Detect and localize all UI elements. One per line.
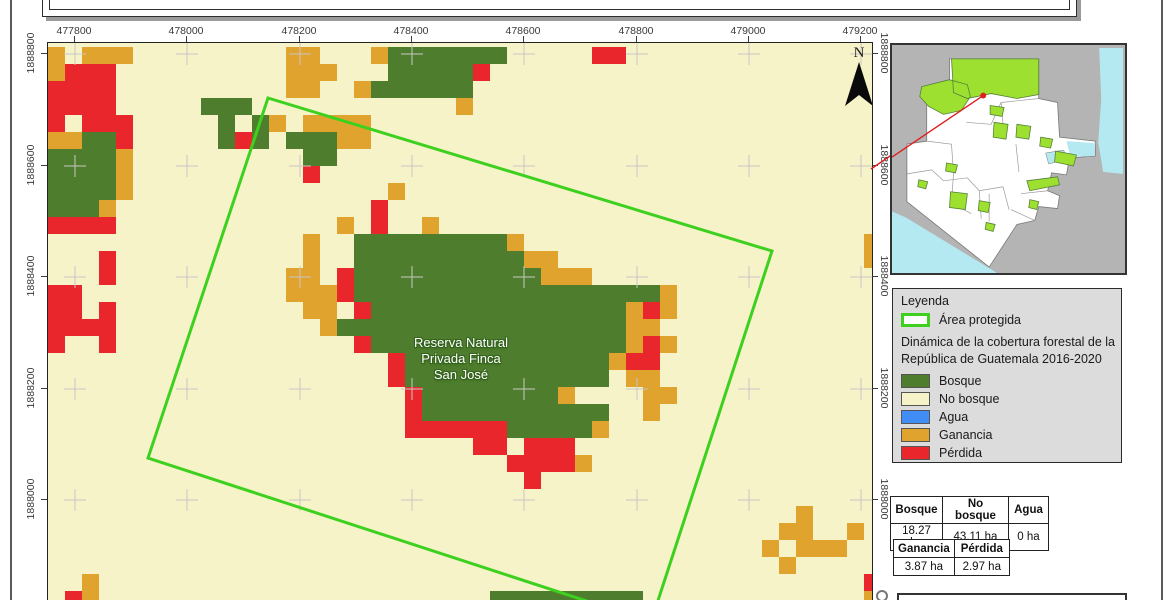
area-table-value-cell: 0 ha [1009, 524, 1049, 551]
legend-class-label: Pérdida [939, 446, 982, 460]
legend-class-label: Agua [939, 410, 968, 424]
y-tick-label-right: 1888400 [878, 256, 890, 297]
inset-shape-callout-dot [980, 93, 986, 99]
y-tick-left [41, 276, 47, 277]
x-tick-label: 477800 [56, 25, 91, 37]
north-label: N [839, 45, 873, 62]
legend-box: Leyenda Área protegida Dinámica de la co… [892, 288, 1122, 463]
y-tick-label-left: 1888400 [25, 256, 37, 297]
reserve-name-line: San José [414, 367, 508, 383]
change-table-value-cell: 2.97 ha [954, 558, 1009, 576]
legend-class-row: Ganancia [901, 428, 1113, 442]
area-table-header-cell: No bosque [943, 497, 1009, 524]
rotated-label-fragment [876, 590, 888, 600]
title-box [42, 0, 1077, 17]
y-tick-label-right: 1888800 [878, 33, 890, 74]
reserve-name-line: Privada Finca [414, 351, 508, 367]
y-tick-label-left: 1888200 [25, 368, 37, 409]
legend-class-swatch-icon [901, 446, 930, 460]
y-tick-label-left: 1888800 [25, 33, 37, 74]
legend-class-label: Ganancia [939, 428, 993, 442]
x-tick-label: 479200 [842, 25, 877, 37]
legend-class-swatch-icon [901, 392, 930, 406]
y-tick-label-right: 1888200 [878, 368, 890, 409]
y-tick-label-right: 1888000 [878, 479, 890, 520]
y-tick-left [41, 388, 47, 389]
y-tick-label-right: 1888600 [878, 145, 890, 186]
legend-class-row: Agua [901, 410, 1113, 424]
area-table-header-cell: Bosque [891, 497, 943, 524]
protected-area-outline [48, 43, 872, 600]
inset-shape-sea-caribbean [1098, 48, 1123, 174]
legend-class-row: Pérdida [901, 446, 1113, 460]
change-table-value-cell: 3.87 ha [894, 558, 955, 576]
legend-class-label: Bosque [939, 374, 981, 388]
main-map[interactable]: Reserva NaturalPrivada FincaSan José N [47, 42, 873, 600]
legend-title: Leyenda [901, 294, 1113, 308]
guatemala-inset-map[interactable] [890, 43, 1127, 275]
title-box-inner [49, 0, 1070, 10]
legend-class-label: No bosque [939, 392, 999, 406]
reserve-name-line: Reserva Natural [414, 335, 508, 351]
map-layout-page: Reserva NaturalPrivada FincaSan José N 4… [0, 0, 1170, 600]
y-tick-left [41, 53, 47, 54]
legend-class-swatch-icon [901, 374, 930, 388]
guatemala-inset-svg [892, 45, 1125, 273]
area-table-header-cell: Agua [1009, 497, 1049, 524]
y-tick-label-left: 1888600 [25, 145, 37, 186]
x-tick-label: 478000 [168, 25, 203, 37]
change-table-header-cell: Ganancia [894, 540, 955, 558]
protected-area-label: Área protegida [939, 313, 1021, 327]
legend-protected-row: Área protegida [901, 313, 1113, 327]
page-right-border [1161, 0, 1163, 600]
y-tick-left [41, 499, 47, 500]
reserve-name-label: Reserva NaturalPrivada FincaSan José [414, 335, 508, 383]
y-tick-label-left: 1888000 [25, 479, 37, 520]
legend-class-swatch-icon [901, 410, 930, 424]
legend-class-row: No bosque [901, 392, 1113, 406]
protected-area-swatch-icon [901, 313, 930, 327]
bottom-partial-box [897, 593, 1127, 600]
x-tick-label: 478800 [618, 25, 653, 37]
legend-class-row: Bosque [901, 374, 1113, 388]
y-tick-left [41, 165, 47, 166]
x-tick-label: 478600 [505, 25, 540, 37]
change-table-header-cell: Pérdida [954, 540, 1009, 558]
page-left-border [10, 0, 12, 600]
legend-dynamics-label: Dinámica de la cobertura forestal de la … [901, 334, 1117, 368]
x-tick-label: 479000 [730, 25, 765, 37]
change-table: GananciaPérdida3.87 ha2.97 ha [893, 539, 1010, 576]
legend-classes: Bosque No bosque Agua Ganancia Pérdida [901, 374, 1113, 460]
x-tick-label: 478200 [281, 25, 316, 37]
north-arrow-icon [844, 62, 873, 108]
north-arrow: N [839, 45, 873, 113]
x-tick-label: 478400 [393, 25, 428, 37]
legend-class-swatch-icon [901, 428, 930, 442]
